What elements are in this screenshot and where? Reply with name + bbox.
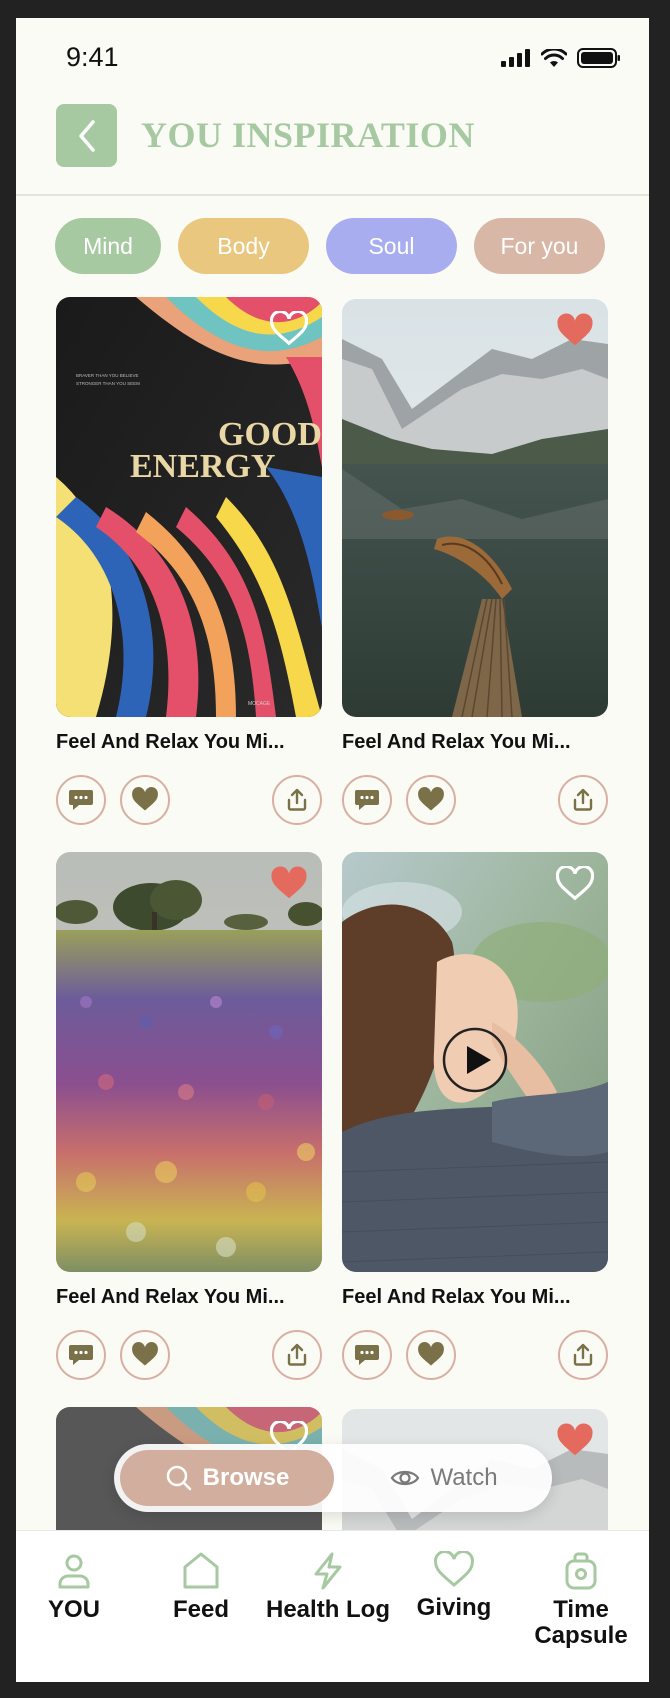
bottom-navigation: YOU Feed Health Log Giving Time Capsule bbox=[16, 1530, 649, 1682]
nav-item-giving[interactable]: Giving bbox=[391, 1551, 517, 1621]
capsule-icon bbox=[565, 1552, 597, 1590]
poster-text-energy: ENERGY bbox=[130, 448, 275, 485]
page-title: YOU INSPIRATION bbox=[141, 115, 475, 155]
heart-icon bbox=[434, 1551, 474, 1587]
favorite-outline-icon[interactable] bbox=[556, 866, 594, 902]
share-button[interactable] bbox=[272, 775, 322, 825]
comment-icon bbox=[69, 790, 93, 810]
share-icon bbox=[287, 788, 307, 811]
heart-icon bbox=[132, 1342, 158, 1366]
chip-soul[interactable]: Soul bbox=[326, 218, 457, 274]
favorite-filled-icon[interactable] bbox=[556, 313, 594, 349]
chevron-left-icon bbox=[78, 119, 95, 152]
poster-small-text: MOCAGE bbox=[248, 701, 271, 707]
card-image[interactable] bbox=[342, 299, 608, 717]
like-button[interactable] bbox=[406, 775, 456, 825]
nav-label-giving: Giving bbox=[416, 1594, 492, 1621]
play-video-button[interactable] bbox=[442, 1027, 508, 1093]
watch-tab[interactable]: Watch bbox=[354, 1450, 534, 1506]
comment-icon bbox=[355, 1345, 379, 1365]
comment-icon bbox=[69, 1345, 93, 1365]
page-header: YOU INSPIRATION bbox=[16, 104, 649, 196]
lake-boat-photo bbox=[342, 299, 608, 717]
nav-item-health-log[interactable]: Health Log bbox=[265, 1551, 391, 1623]
like-button[interactable] bbox=[406, 1330, 456, 1380]
status-time: 9:41 bbox=[66, 42, 119, 72]
nav-label-feed: Feed bbox=[172, 1596, 229, 1623]
chip-mind[interactable]: Mind bbox=[55, 218, 161, 274]
nav-label-time-capsule: Time Capsule bbox=[534, 1596, 628, 1649]
card-title[interactable]: Feel And Relax You Mi... bbox=[342, 731, 608, 754]
nav-label-health-log: Health Log bbox=[266, 1596, 390, 1623]
card-image[interactable] bbox=[56, 852, 322, 1272]
comment-button[interactable] bbox=[56, 1330, 106, 1380]
bolt-icon bbox=[314, 1552, 342, 1590]
battery-icon bbox=[577, 48, 620, 68]
watch-label: Watch bbox=[430, 1464, 498, 1491]
good-energy-poster: BRAVER THAN YOU BELIEVE STRONGER THAN YO… bbox=[56, 297, 322, 717]
share-icon bbox=[573, 788, 593, 811]
favorite-filled-icon[interactable] bbox=[556, 1423, 594, 1459]
share-icon bbox=[287, 1343, 307, 1366]
heart-icon bbox=[132, 787, 158, 811]
browse-tab[interactable]: Browse bbox=[120, 1450, 334, 1506]
card-image[interactable]: BRAVER THAN YOU BELIEVE STRONGER THAN YO… bbox=[56, 297, 322, 717]
back-button[interactable] bbox=[56, 104, 117, 167]
flower-field-photo bbox=[56, 852, 322, 1272]
phone-screen: 9:41 YOU INSPIRATION Mind Body Soul For … bbox=[16, 18, 649, 1682]
heart-icon bbox=[418, 787, 444, 811]
share-button[interactable] bbox=[272, 1330, 322, 1380]
svg-text:STRONGER THAN YOU SEEM: STRONGER THAN YOU SEEM bbox=[76, 381, 140, 386]
like-button[interactable] bbox=[120, 1330, 170, 1380]
favorite-outline-icon[interactable] bbox=[270, 311, 308, 347]
nav-label-you: YOU bbox=[47, 1596, 100, 1623]
comment-button[interactable] bbox=[56, 775, 106, 825]
nav-item-time-capsule[interactable]: Time Capsule bbox=[518, 1551, 644, 1649]
wifi-icon bbox=[541, 48, 567, 67]
nav-item-you[interactable]: YOU bbox=[16, 1551, 137, 1623]
comment-button[interactable] bbox=[342, 1330, 392, 1380]
card-title[interactable]: Feel And Relax You Mi... bbox=[56, 1286, 322, 1309]
signal-icon bbox=[501, 49, 530, 67]
filter-chips: Mind Body Soul For you bbox=[55, 218, 605, 274]
like-button[interactable] bbox=[120, 775, 170, 825]
status-bar: 9:41 bbox=[16, 18, 649, 98]
card-image[interactable] bbox=[342, 852, 608, 1272]
view-switch: Browse Watch bbox=[114, 1444, 552, 1512]
eye-icon bbox=[391, 1470, 420, 1486]
chip-body[interactable]: Body bbox=[178, 218, 309, 274]
search-icon bbox=[166, 1465, 191, 1491]
user-icon bbox=[58, 1554, 90, 1589]
comment-button[interactable] bbox=[342, 775, 392, 825]
card-title[interactable]: Feel And Relax You Mi... bbox=[342, 1286, 608, 1309]
chip-for-you[interactable]: For you bbox=[474, 218, 605, 274]
favorite-filled-icon[interactable] bbox=[270, 866, 308, 902]
comment-icon bbox=[355, 790, 379, 810]
status-icons bbox=[501, 48, 621, 68]
share-button[interactable] bbox=[558, 1330, 608, 1380]
browse-label: Browse bbox=[202, 1464, 290, 1491]
nav-item-feed[interactable]: Feed bbox=[138, 1551, 264, 1623]
svg-text:BRAVER THAN YOU BELIEVE: BRAVER THAN YOU BELIEVE bbox=[76, 373, 139, 378]
share-icon bbox=[573, 1343, 593, 1366]
home-icon bbox=[183, 1552, 219, 1589]
card-title[interactable]: Feel And Relax You Mi... bbox=[56, 731, 322, 754]
heart-icon bbox=[418, 1342, 444, 1366]
share-button[interactable] bbox=[558, 775, 608, 825]
